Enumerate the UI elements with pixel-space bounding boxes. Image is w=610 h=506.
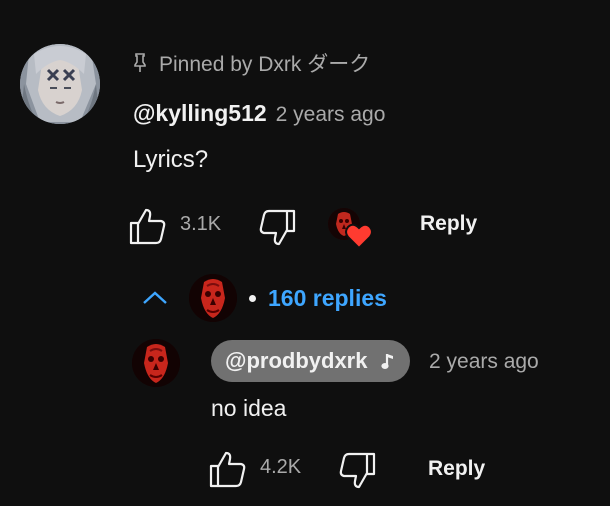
separator-dot	[249, 294, 256, 302]
pinned-indicator: Pinned by Dxrk ダーク	[133, 50, 370, 76]
reply-text: no idea	[211, 395, 287, 421]
commenter-avatar[interactable]	[20, 44, 100, 124]
comment-header: @kylling512 2 years ago	[133, 100, 385, 127]
like-count: 3.1K	[180, 213, 222, 235]
creator-avatar	[189, 274, 237, 322]
pinned-label: Pinned by Dxrk ダーク	[159, 53, 371, 76]
pin-icon	[134, 53, 146, 72]
reply-author: @prodbydxrk	[225, 348, 368, 373]
reply-like-count: 4.2K	[260, 456, 302, 478]
replies-toggle[interactable]: 160 replies	[141, 272, 387, 324]
reply-like-button[interactable]	[209, 450, 247, 488]
reply-button[interactable]: Reply	[420, 212, 477, 236]
like-icon	[209, 451, 246, 488]
reply-author-chip[interactable]: @prodbydxrk	[211, 340, 411, 382]
like-button[interactable]	[129, 207, 167, 245]
like-icon	[129, 208, 166, 245]
chevron-up-icon	[143, 291, 167, 304]
creator-heart-badge	[345, 223, 373, 254]
comment-text: Lyrics?	[133, 146, 209, 173]
reply-dislike-button[interactable]	[338, 452, 376, 490]
creator-heart-icon	[345, 223, 373, 250]
comment-author[interactable]: @kylling512	[133, 100, 267, 127]
reply-reply-button[interactable]: Reply	[428, 457, 485, 481]
music-note-icon	[381, 354, 394, 369]
dislike-icon	[259, 209, 296, 246]
comment-timestamp[interactable]: 2 years ago	[276, 103, 386, 127]
reply-author-avatar[interactable]	[132, 339, 180, 387]
reply-timestamp[interactable]: 2 years ago	[429, 350, 539, 374]
replies-count[interactable]: 160 replies	[268, 285, 387, 312]
dislike-button[interactable]	[258, 209, 296, 247]
dislike-icon	[339, 452, 376, 489]
